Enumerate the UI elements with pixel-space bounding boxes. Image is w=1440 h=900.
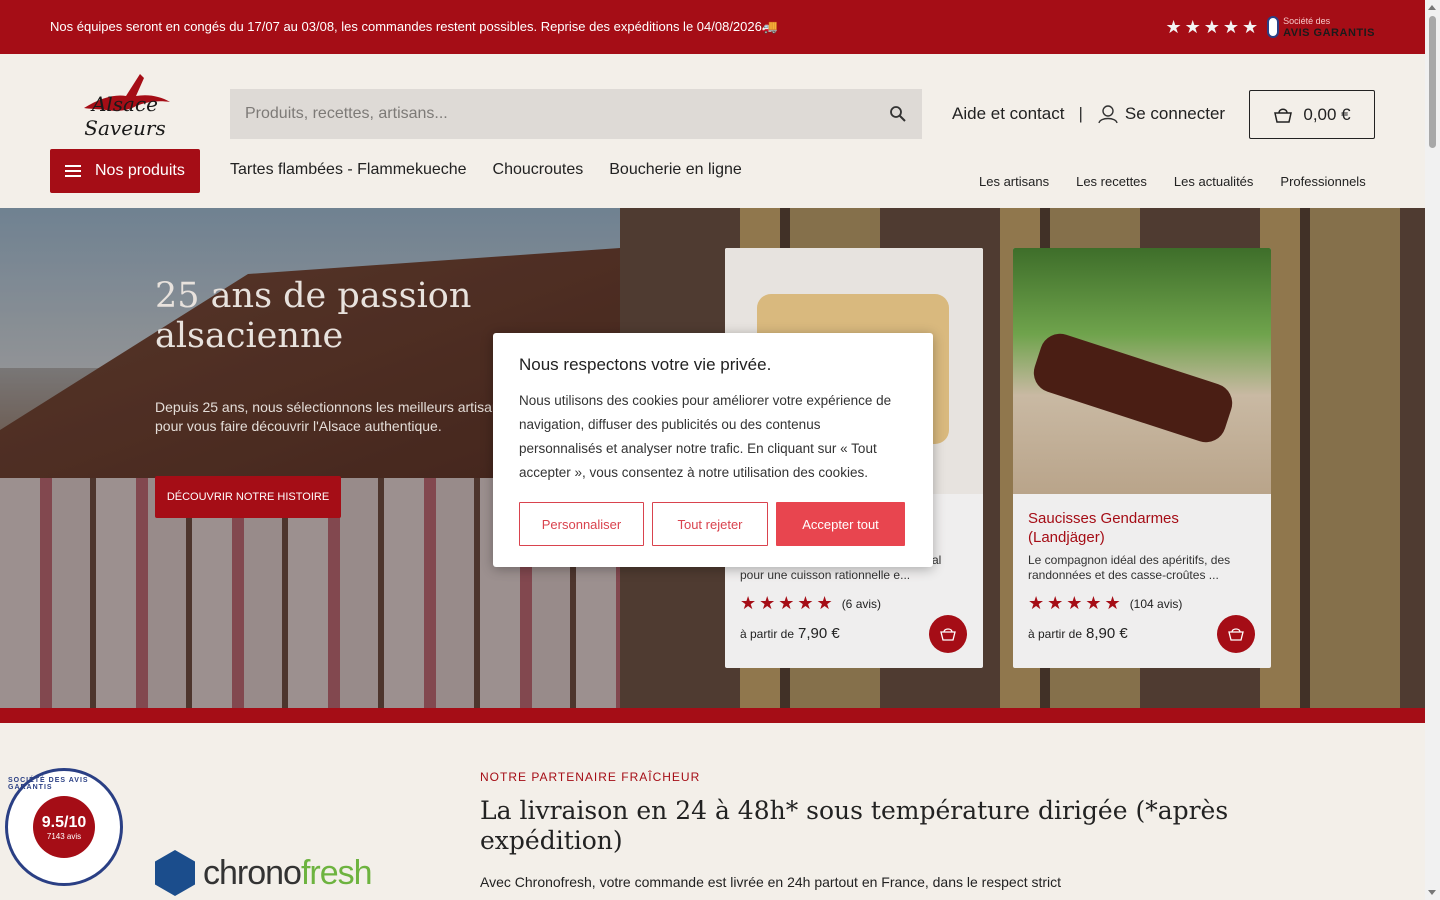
login-link[interactable]: Se connecter (1097, 104, 1225, 124)
product-image (1013, 248, 1271, 494)
nav-professionnels[interactable]: Professionnels (1280, 174, 1365, 189)
avis-garantis-label: AVIS GARANTIS (1283, 27, 1375, 39)
logo-text: Alsace Saveurs (84, 92, 166, 140)
cookie-consent-dialog: Nous respectons votre vie privée. Nous u… (493, 333, 933, 567)
nav-boucherie[interactable]: Boucherie en ligne (609, 161, 742, 179)
scroll-down-icon[interactable] (1428, 890, 1436, 895)
product-description-line: pour une cuisson rationnelle e... (740, 568, 911, 582)
help-contact-link[interactable]: Aide et contact (952, 104, 1064, 124)
review-count: (104 avis) (1129, 596, 1183, 611)
price-value: 7,90 € (798, 625, 840, 642)
chronofresh-cube-icon (155, 850, 195, 896)
price-value: 8,90 € (1086, 625, 1128, 642)
partner-title: La livraison en 24 à 48h* sous températu… (480, 796, 1229, 855)
badge-score-circle: 9.5/10 7143 avis (33, 796, 95, 858)
search-bar[interactable] (230, 89, 922, 139)
site-logo[interactable]: Alsace Saveurs (60, 68, 190, 140)
search-icon[interactable] (889, 105, 907, 123)
rating-stars: ★★★★★ (740, 593, 836, 613)
announcement-bar: Nos équipes seront en congés du 17/07 au… (0, 0, 1425, 54)
partner-kicker: NOTRE PARTENAIRE FRAÎCHEUR (480, 770, 701, 784)
reject-all-button[interactable]: Tout rejeter (652, 502, 768, 546)
cart-total: 0,00 € (1303, 104, 1351, 124)
main-nav: Tartes flambées - Flammekueche Choucrout… (230, 161, 742, 179)
partner-text: Avec Chronofresh, votre commande est liv… (480, 874, 1062, 890)
avis-garantis-logo: Société des AVIS GARANTIS (1267, 15, 1375, 39)
product-rating: ★★★★★ (104 avis) (1028, 593, 1182, 614)
product-description: Le compagnon idéal des apéritifs, des ra… (1028, 553, 1231, 582)
add-to-cart-button[interactable] (1217, 615, 1255, 653)
nav-actualites[interactable]: Les actualités (1174, 174, 1254, 189)
review-count: (6 avis) (841, 596, 882, 611)
basket-icon (1228, 628, 1244, 641)
price-prefix: à partir de (740, 627, 795, 641)
avis-garantis-badge[interactable]: SOCIÉTÉ DES AVIS GARANTIS 9.5/10 7143 av… (5, 768, 123, 886)
badge-score: 9.5/10 (41, 813, 87, 831)
seal-icon (1267, 16, 1280, 38)
rating-stars: ★★★★★ (1028, 593, 1124, 613)
cookie-title: Nous respectons votre vie privée. (519, 355, 772, 374)
header-links: Aide et contact | Se connecter (952, 104, 1225, 124)
discover-history-button[interactable]: DÉCOUVRIR NOTRE HISTOIRE (155, 476, 341, 518)
cookie-buttons: Personnaliser Tout rejeter Accepter tout (519, 502, 905, 546)
avis-garantis-small: Société des (1283, 16, 1331, 26)
product-rating: ★★★★★ (6 avis) (740, 593, 881, 614)
badge-count: 7143 avis (46, 831, 82, 841)
chronofresh-logo: chronofresh (155, 850, 373, 896)
hero-text: Depuis 25 ans, nous sélectionnons les me… (155, 399, 507, 434)
cookie-text: Nous utilisons des cookies pour améliore… (519, 393, 892, 480)
basket-icon (940, 628, 956, 641)
accept-all-button[interactable]: Accepter tout (776, 502, 905, 546)
scroll-up-icon[interactable] (1428, 5, 1436, 10)
sausages-image (1028, 328, 1238, 448)
chronofresh-main: chrono (203, 853, 302, 892)
reviews-widget[interactable]: ★★★★★ Société des AVIS GARANTIS (1165, 15, 1375, 39)
product-title[interactable]: Saucisses Gendarmes (Landjäger) (1028, 509, 1258, 547)
nav-choucroutes[interactable]: Choucroutes (493, 161, 584, 179)
price-prefix: à partir de (1028, 627, 1083, 641)
nav-recettes[interactable]: Les recettes (1076, 174, 1147, 189)
badge-ring-text: SOCIÉTÉ DES AVIS GARANTIS (8, 777, 89, 791)
user-icon (1098, 105, 1118, 124)
customize-button[interactable]: Personnaliser (519, 502, 644, 546)
search-input[interactable] (245, 105, 889, 123)
site-header: Alsace Saveurs Aide et contact | Se conn… (0, 54, 1425, 208)
hamburger-icon (65, 165, 81, 177)
nav-tartes-flambees[interactable]: Tartes flambées - Flammekueche (230, 161, 467, 179)
announcement-text: Nos équipes seront en congés du 17/07 au… (50, 19, 779, 34)
product-price: à partir de 7,90 € (740, 625, 840, 642)
product-description-partial: al (932, 553, 942, 567)
products-menu-button[interactable]: Nos produits (50, 149, 200, 193)
separator: | (1078, 104, 1083, 123)
secondary-nav: Les artisans Les recettes Les actualités… (979, 174, 1366, 189)
scrollbar-thumb[interactable] (1429, 16, 1436, 148)
product-card[interactable]: Saucisses Gendarmes (Landjäger) Le compa… (1013, 248, 1271, 668)
products-menu-label: Nos produits (95, 162, 185, 179)
chronofresh-accent: fresh (300, 853, 373, 892)
page-scrollbar[interactable] (1425, 0, 1440, 900)
basket-icon (1274, 108, 1293, 123)
cart-button[interactable]: 0,00 € (1249, 90, 1375, 139)
product-price: à partir de 8,90 € (1028, 625, 1128, 642)
section-divider (0, 708, 1425, 723)
add-to-cart-button[interactable] (929, 615, 967, 653)
chronofresh-wordmark: chronofresh (203, 853, 373, 893)
nav-artisans[interactable]: Les artisans (979, 174, 1049, 189)
login-label: Se connecter (1124, 104, 1226, 123)
rating-stars: ★★★★★ (1165, 16, 1262, 37)
